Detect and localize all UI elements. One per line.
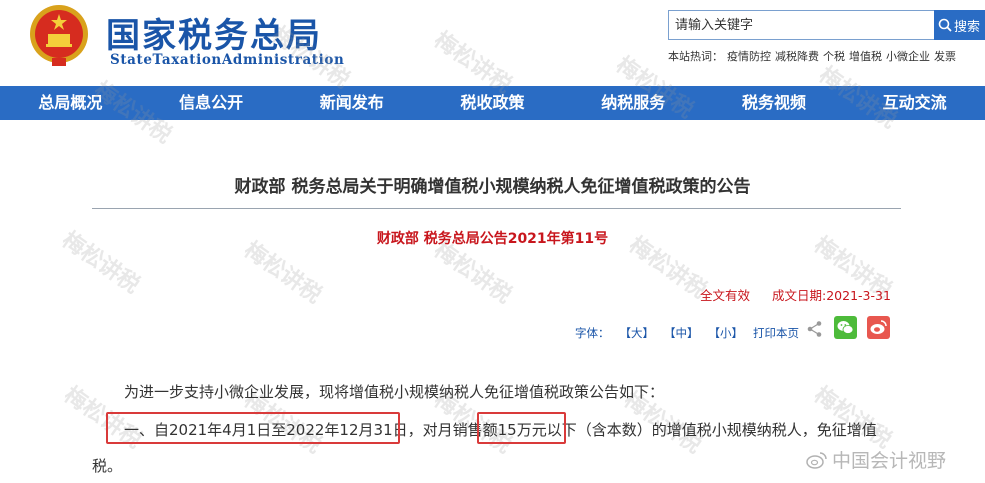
- hotword-link[interactable]: 减税降费: [775, 50, 819, 63]
- nav-item-overview[interactable]: 总局概况: [0, 86, 141, 120]
- font-large-button[interactable]: 【大】: [620, 325, 655, 341]
- site-subtitle: StateTaxationAdministration: [110, 52, 345, 68]
- site-title[interactable]: 国家税务总局: [106, 8, 322, 57]
- search-icon: [938, 18, 952, 32]
- brand-watermark-text: 中国会计视野: [832, 450, 947, 472]
- nav-item-news[interactable]: 新闻发布: [281, 86, 422, 120]
- search-input[interactable]: [668, 10, 936, 40]
- article-paragraph-policy-cont: 税。: [92, 457, 123, 475]
- article-title: 财政部 税务总局关于明确增值税小规模纳税人免征增值税政策的公告: [234, 177, 751, 197]
- watermark-text: 梅松讲税: [809, 382, 896, 454]
- weibo-logo-icon: [806, 451, 827, 469]
- hotwords-label: 本站热词：: [668, 50, 723, 63]
- article-paragraph-intro: 为进一步支持小微企业发展，现将增值税小规模纳税人免征增值税政策公告如下：: [124, 383, 665, 401]
- validity-status: 全文有效: [700, 288, 751, 303]
- wechat-icon: [837, 321, 854, 334]
- hotword-link[interactable]: 小微企业: [886, 50, 930, 63]
- document-number: 财政部 税务总局公告2021年第11号: [376, 231, 609, 247]
- font-medium-button[interactable]: 【中】: [664, 325, 699, 341]
- hotword-link[interactable]: 增值税: [849, 50, 882, 63]
- main-nav: 总局概况 信息公开 新闻发布 税收政策 纳税服务 税务视频 互动交流: [0, 86, 985, 120]
- nav-item-interaction[interactable]: 互动交流: [844, 86, 985, 120]
- policy-text: （含本数）的增值税小规模纳税人，免征增值: [576, 421, 877, 439]
- title-divider: [92, 208, 901, 209]
- weibo-icon: [870, 320, 887, 334]
- nav-item-tax-policy[interactable]: 税收政策: [422, 86, 563, 120]
- nav-item-tax-video[interactable]: 税务视频: [704, 86, 845, 120]
- weibo-share-icon[interactable]: [867, 316, 890, 339]
- article-toolbar: 字体： 【大】 【中】 【小】 打印本页: [575, 325, 809, 341]
- nav-item-info-disclosure[interactable]: 信息公开: [141, 86, 282, 120]
- hotword-link[interactable]: 发票: [934, 50, 956, 63]
- print-button[interactable]: 打印本页: [753, 325, 799, 341]
- wechat-share-icon[interactable]: [834, 316, 857, 339]
- search-button-label: 搜索: [954, 19, 981, 35]
- hotword-link[interactable]: 个税: [823, 50, 845, 63]
- highlight-box-threshold: [477, 412, 566, 444]
- hotword-link[interactable]: 疫情防控: [727, 50, 771, 63]
- nav-item-tax-service[interactable]: 纳税服务: [563, 86, 704, 120]
- issue-date: 成文日期:2021-3-31: [772, 288, 891, 303]
- font-size-label: 字体：: [575, 326, 610, 340]
- national-emblem-icon: [30, 5, 88, 66]
- hotwords-bar: 本站热词： 疫情防控 减税降费 个税 增值税 小微企业 发票: [668, 48, 960, 64]
- site-header: 国家税务总局 StateTaxationAdministration 搜索 本站…: [0, 0, 985, 85]
- share-icon[interactable]: [806, 320, 824, 338]
- font-small-button[interactable]: 【小】: [709, 325, 744, 341]
- highlight-box-period: [106, 412, 400, 444]
- brand-watermark: 中国会计视野: [806, 446, 946, 473]
- search-button[interactable]: 搜索: [934, 10, 985, 40]
